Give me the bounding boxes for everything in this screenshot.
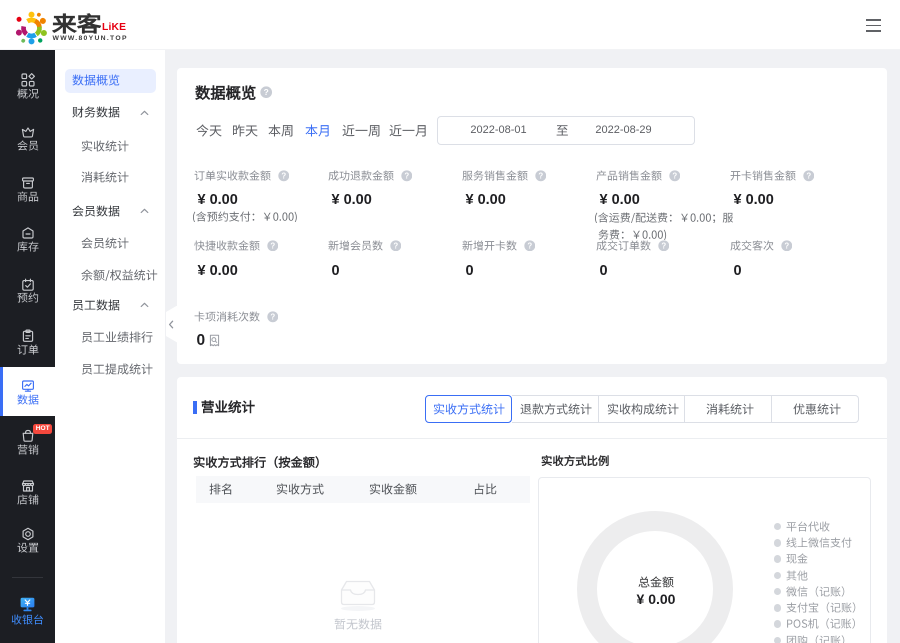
svg-text:?: ? — [538, 172, 543, 181]
svg-text:?: ? — [264, 87, 269, 97]
svg-text:?: ? — [270, 241, 275, 250]
svg-text:?: ? — [672, 172, 677, 181]
svg-text:?: ? — [404, 172, 409, 181]
svg-text:?: ? — [393, 241, 398, 250]
svg-text:?: ? — [281, 172, 286, 181]
svg-text:?: ? — [661, 241, 666, 250]
svg-text:?: ? — [784, 241, 789, 250]
svg-text:?: ? — [806, 172, 811, 181]
svg-text:?: ? — [527, 241, 532, 250]
svg-text:?: ? — [270, 313, 275, 322]
